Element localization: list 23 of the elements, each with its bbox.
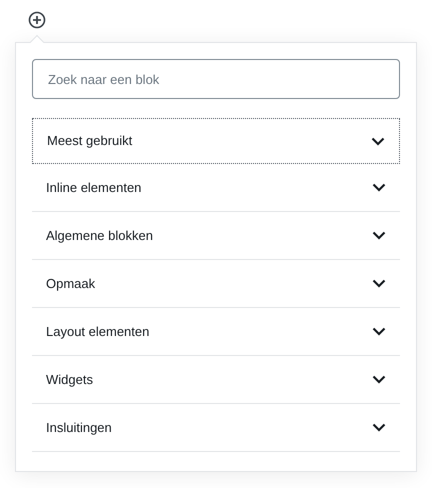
category-panel[interactable]: Inline elementen bbox=[32, 164, 400, 212]
panel-title: Inline elementen bbox=[46, 178, 142, 197]
category-panel[interactable]: Meest gebruikt bbox=[32, 118, 400, 164]
search-field[interactable]: Zoek naar een blok bbox=[32, 59, 400, 99]
chevron-icon bbox=[372, 327, 386, 336]
chevron-icon bbox=[372, 183, 386, 192]
panel-title: Algemene blokken bbox=[46, 226, 153, 245]
category-panel[interactable]: Algemene blokken bbox=[32, 212, 400, 260]
category-panel[interactable]: Insluitingen bbox=[32, 404, 400, 452]
category-panel[interactable]: Layout elementen bbox=[32, 308, 400, 356]
chevron-icon bbox=[371, 136, 385, 146]
category-panel[interactable]: Widgets bbox=[32, 356, 400, 404]
chevron-icon bbox=[372, 279, 386, 288]
panel-title: Layout elementen bbox=[46, 322, 150, 341]
panel-title: Widgets bbox=[46, 370, 93, 389]
add-icon[interactable] bbox=[28, 11, 46, 29]
category-panel[interactable]: Opmaak bbox=[32, 260, 400, 308]
chevron-icon bbox=[372, 375, 386, 384]
panel-title: Meest gebruikt bbox=[47, 132, 132, 150]
panel-title: Opmaak bbox=[46, 274, 96, 293]
chevron-icon bbox=[372, 231, 386, 240]
chevron-icon bbox=[372, 423, 386, 432]
panel-title: Insluitingen bbox=[46, 418, 112, 437]
